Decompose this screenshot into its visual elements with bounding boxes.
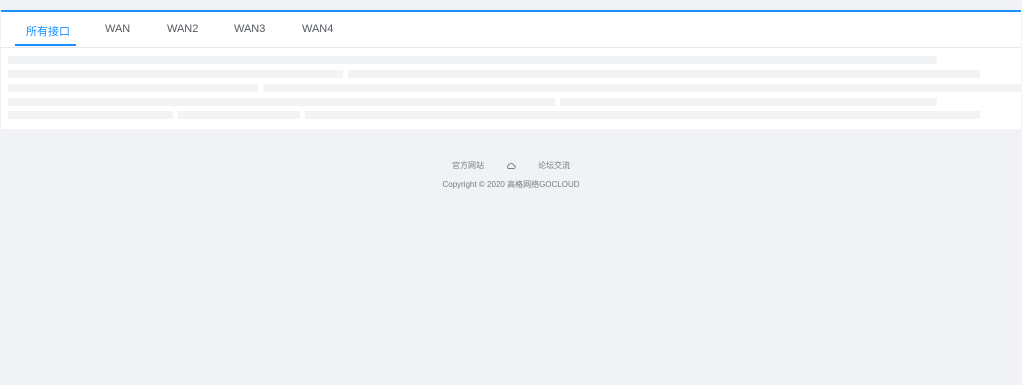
skeleton-bar bbox=[8, 70, 343, 78]
interface-tabs: 所有接口 WAN WAN2 WAN3 WAN4 bbox=[1, 12, 1021, 48]
footer-links: 官方网站 论坛交流 bbox=[0, 160, 1022, 172]
skeleton-bar bbox=[263, 84, 1021, 92]
active-tab-indicator bbox=[15, 44, 76, 46]
loading-skeleton bbox=[1, 47, 1021, 127]
tab-wan2[interactable]: WAN2 bbox=[167, 23, 198, 35]
tab-all-interfaces[interactable]: 所有接口 bbox=[26, 23, 70, 39]
forum-link[interactable]: 论坛交流 bbox=[538, 160, 570, 172]
tab-wan3[interactable]: WAN3 bbox=[234, 23, 265, 35]
skeleton-bar bbox=[8, 84, 258, 92]
skeleton-bar bbox=[8, 56, 937, 64]
interface-card: 所有接口 WAN WAN2 WAN3 WAN4 bbox=[1, 10, 1021, 129]
skeleton-bar bbox=[8, 98, 555, 106]
tab-wan4[interactable]: WAN4 bbox=[302, 23, 333, 35]
skeleton-bar bbox=[178, 111, 300, 119]
official-site-link[interactable]: 官方网站 bbox=[452, 160, 484, 172]
skeleton-bar bbox=[8, 111, 173, 119]
skeleton-bar bbox=[305, 111, 980, 119]
cloud-icon bbox=[506, 162, 516, 170]
page-footer: 官方网站 论坛交流 Copyright © 2020 高格网络GOCLOUD bbox=[0, 160, 1022, 191]
skeleton-bar bbox=[560, 98, 937, 106]
copyright-text: Copyright © 2020 高格网络GOCLOUD bbox=[442, 180, 580, 189]
skeleton-bar bbox=[348, 70, 980, 78]
tab-wan[interactable]: WAN bbox=[105, 23, 130, 35]
